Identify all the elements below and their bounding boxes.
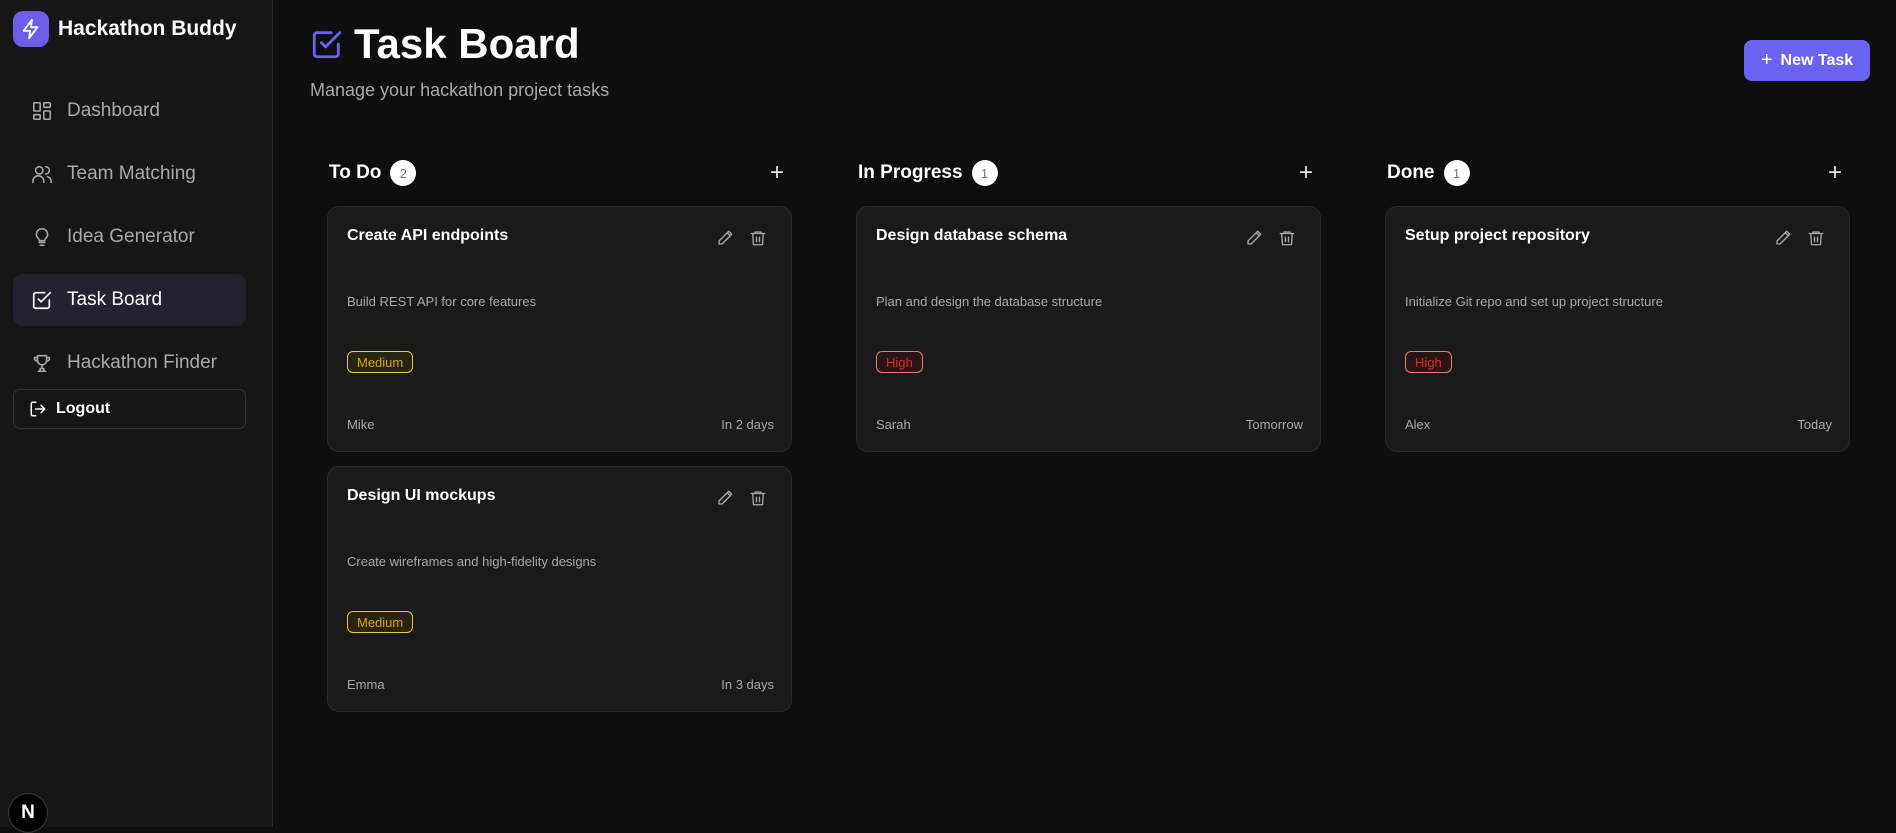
new-task-button[interactable]: + New Task [1744,40,1870,81]
sidebar-item-label: Dashboard [67,100,160,121]
card-description: Initialize Git repo and set up project s… [1405,294,1663,309]
lightbulb-icon [35,227,49,247]
plus-icon: + [1760,49,1773,71]
edit-icon[interactable] [1245,229,1265,249]
column-count-badge: 1 [971,160,998,186]
badge-letter: N [21,802,35,823]
sidebar-item-idea-generator[interactable]: Idea Generator [13,211,246,263]
edit-icon[interactable] [716,489,736,509]
brand[interactable]: Hackathon Buddy [13,11,237,47]
logout-label: Logout [56,400,111,417]
sidebar-nav: Dashboard Team Matching Idea Generator T… [13,85,246,400]
card-title: Create API endpoints [347,227,509,244]
column-to-do: To Do 2 + Create API endpoints Build RES… [327,159,792,726]
logout-icon [30,401,46,417]
priority-badge: Medium [347,611,414,633]
check-square-icon [32,291,52,310]
sidebar-item-label: Idea Generator [67,226,195,247]
trash-icon[interactable] [749,489,769,509]
sidebar: Hackathon Buddy Dashboard Team Matching … [0,0,273,833]
logout-button[interactable]: Logout [13,389,246,429]
card-due-date: In 3 days [721,677,774,692]
sidebar-item-hackathon-finder[interactable]: Hackathon Finder [13,337,246,389]
card-description: Plan and design the database structure [876,294,1103,309]
sidebar-item-label: Hackathon Finder [67,352,217,373]
card-due-date: Today [1797,417,1832,432]
sidebar-item-task-board[interactable]: Task Board [13,274,246,326]
page-title: Task Board [354,20,580,67]
column-done: Done 1 + Setup project repository Initia… [1385,159,1850,466]
add-task-to-do-button[interactable]: + [770,159,784,187]
add-task-done-button[interactable]: + [1828,159,1842,187]
task-card[interactable]: Design database schema Plan and design t… [856,206,1321,452]
edit-icon[interactable] [716,229,736,249]
column-in-progress: In Progress 1 + Design database schema P… [856,159,1321,466]
page-subtitle: Manage your hackathon project tasks [310,80,610,100]
card-due-date: Tomorrow [1245,417,1303,432]
page-header: Task Board Manage your hackathon project… [310,20,609,101]
column-title: Done [1387,162,1435,183]
task-card[interactable]: Create API endpoints Build REST API for … [327,206,792,452]
priority-badge: High [876,351,923,373]
card-assignee: Mike [347,417,375,432]
column-title: In Progress [858,162,963,183]
card-description: Create wireframes and high-fidelity desi… [347,554,597,569]
card-assignee: Emma [347,677,385,692]
app-name: Hackathon Buddy [58,17,237,40]
trophy-icon [33,354,51,373]
trash-icon[interactable] [1807,229,1827,249]
new-task-label: New Task [1780,51,1854,69]
column-title: To Do [329,162,382,183]
lightning-icon [13,11,49,47]
sidebar-item-team-matching[interactable]: Team Matching [13,148,246,200]
framework-badge[interactable]: N [8,793,48,833]
card-assignee: Alex [1405,417,1431,432]
edit-icon[interactable] [1774,229,1794,249]
column-count-badge: 2 [390,160,417,186]
add-task-in-progress-button[interactable]: + [1299,159,1313,187]
card-title: Setup project repository [1405,227,1590,244]
card-title: Design UI mockups [347,487,496,504]
sidebar-item-dashboard[interactable]: Dashboard [13,85,246,137]
users-icon [32,165,52,184]
trash-icon[interactable] [1278,229,1298,249]
priority-badge: High [1405,351,1452,373]
card-title: Design database schema [876,227,1068,244]
priority-badge: Medium [347,351,414,373]
column-count-badge: 1 [1443,160,1470,186]
check-square-icon [312,31,342,59]
sidebar-item-label: Team Matching [67,163,196,184]
card-due-date: In 2 days [721,417,774,432]
card-assignee: Sarah [876,417,911,432]
grid-icon [32,101,52,121]
task-card[interactable]: Setup project repository Initialize Git … [1385,206,1850,452]
trash-icon[interactable] [749,229,769,249]
sidebar-item-label: Task Board [67,289,163,310]
task-card[interactable]: Design UI mockups Create wireframes and … [327,466,792,712]
card-description: Build REST API for core features [347,294,537,309]
